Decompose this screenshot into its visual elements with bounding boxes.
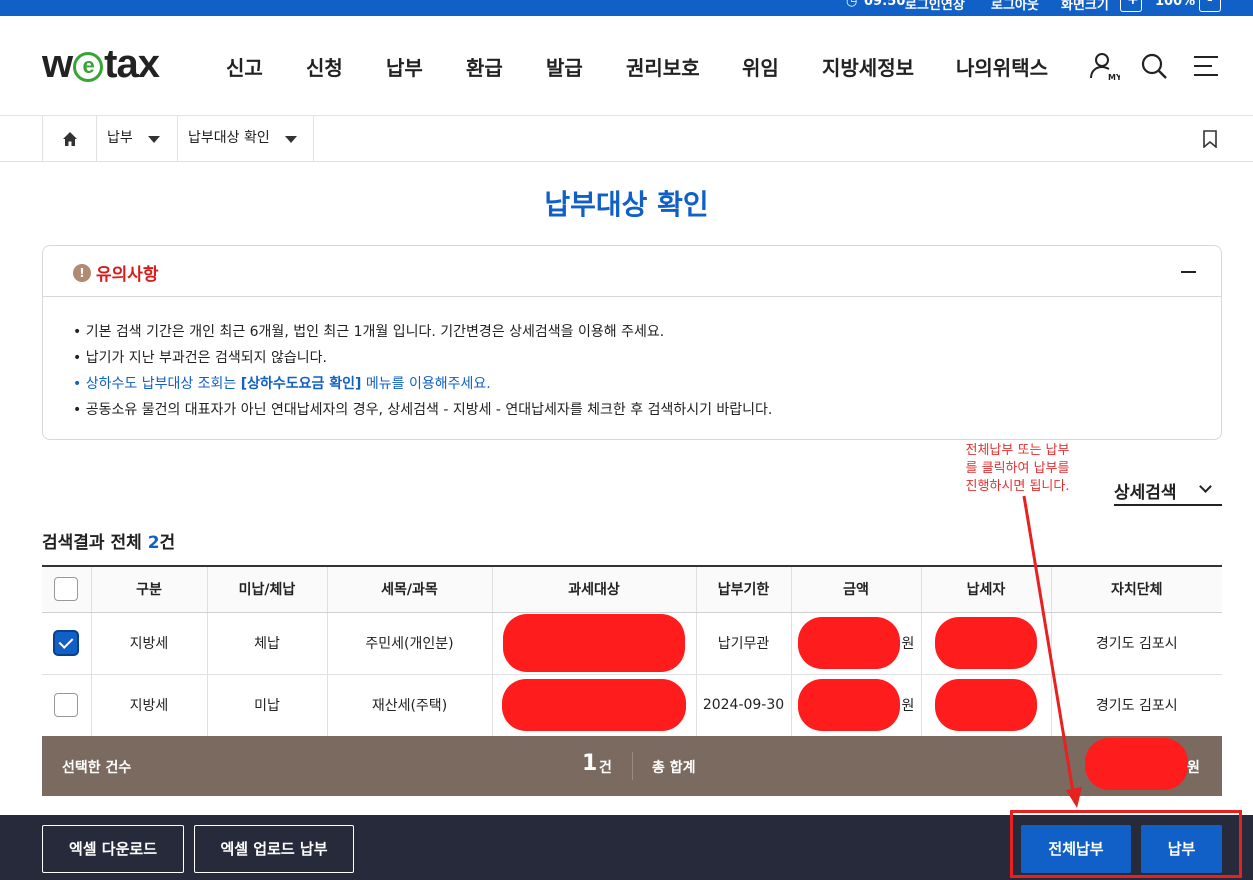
row-checkbox[interactable] <box>54 631 79 655</box>
nav-issue[interactable]: 발급 <box>546 52 583 81</box>
nav-pay[interactable]: 납부 <box>386 52 423 81</box>
nav-my-wetax[interactable]: 나의위택스 <box>956 52 1048 81</box>
alert-icon: ! <box>73 264 91 282</box>
nav-local-tax-info[interactable]: 지방세정보 <box>822 52 914 81</box>
notice-item: • 납기가 지난 부과건은 검색되지 않습니다. <box>73 350 327 366</box>
redacted-tax-target <box>502 679 686 731</box>
col-header: 납부기한 <box>695 565 791 613</box>
collapse-icon[interactable] <box>1181 271 1196 273</box>
search-icon[interactable] <box>1138 50 1170 82</box>
col-header: 자치단체 <box>1050 565 1222 613</box>
nav-report[interactable]: 신고 <box>226 52 263 81</box>
total-sum-label: 총 합계 <box>652 760 696 776</box>
site-header: w e tax 신고 신청 납부 환급 발급 권리보호 위임 지방세정보 나의위택스… <box>0 16 1253 116</box>
row-status: 미납 <box>206 674 327 737</box>
redacted-total-amount <box>1085 738 1188 790</box>
table-header-row: 구분 미납/체납 세목/과목 과세대상 납부기한 금액 납세자 자치단체 <box>42 565 1222 613</box>
nav-rights[interactable]: 권리보호 <box>626 52 700 81</box>
notice-header[interactable]: ! 유의사항 <box>43 246 1221 297</box>
zoom-value: 100% <box>1155 0 1196 9</box>
result-count: 검색결과 전체 2건 <box>42 533 176 553</box>
row-authority: 경기도 김포시 <box>1050 674 1222 737</box>
col-header: 미납/체납 <box>206 565 327 613</box>
breadcrumb-target-dropdown[interactable]: 납부대상 확인 <box>177 116 314 161</box>
row-type: 지방세 <box>90 674 207 737</box>
total-summary-bar: 선택한 건수 1 건 총 합계 원 <box>42 736 1222 796</box>
redacted-taxpayer <box>935 617 1037 669</box>
clock-icon: ◷ <box>846 0 858 9</box>
detail-search-label: 상세검색 <box>1114 483 1177 503</box>
extend-login-link[interactable]: 로그인연장 <box>905 0 965 13</box>
divider <box>632 752 633 780</box>
row-tax-item: 주민세(개인분) <box>326 612 492 675</box>
row-amount: 원 <box>790 674 921 737</box>
row-tax-item: 재산세(주택) <box>326 674 492 737</box>
notice-panel: ! 유의사항 • 기본 검색 기간은 개인 최근 6개월, 법인 최근 1개월 … <box>42 245 1222 440</box>
count-unit: 건 <box>599 760 612 776</box>
col-header: 금액 <box>790 565 921 613</box>
nav-refund[interactable]: 환급 <box>466 52 503 81</box>
top-utility-bar: ◷ 09:50 로그인연장 로그아웃 화면크기 + 100% - <box>0 0 1253 16</box>
wetax-logo[interactable]: w e tax <box>42 42 160 87</box>
nav-apply[interactable]: 신청 <box>306 52 343 81</box>
row-checkbox[interactable] <box>54 693 79 717</box>
payment-table: 구분 미납/체납 세목/과목 과세대상 납부기한 금액 납세자 자치단체 지방세… <box>42 565 1222 737</box>
excel-upload-pay-button[interactable]: 엑셀 업로드 납부 <box>194 825 354 873</box>
logout-link[interactable]: 로그아웃 <box>991 0 1039 13</box>
breadcrumb-level1: 납부 <box>107 130 133 146</box>
home-icon <box>63 132 77 146</box>
caret-down-icon <box>148 136 160 143</box>
zoom-out-button[interactable]: - <box>1199 0 1221 12</box>
row-authority: 경기도 김포시 <box>1050 612 1222 675</box>
row-due-date: 납기무관 <box>695 612 791 675</box>
notice-item: • 공동소유 물건의 대표자가 아닌 연대납세자의 경우, 상세검색 - 지방세… <box>73 402 773 418</box>
bookmark-icon[interactable] <box>1202 130 1218 148</box>
breadcrumb: 납부 납부대상 확인 <box>0 116 1253 162</box>
selected-count: 1 <box>582 751 598 776</box>
select-all-checkbox[interactable] <box>54 577 79 602</box>
row-type: 지방세 <box>90 612 207 675</box>
breadcrumb-home[interactable] <box>42 116 96 161</box>
nav-delegation[interactable]: 위임 <box>742 52 779 81</box>
redacted-tax-target <box>503 614 685 672</box>
table-row[interactable]: 지방세 체납 주민세(개인분) 납기무관 원 경기도 김포시 <box>42 612 1222 675</box>
row-amount: 원 <box>790 612 921 675</box>
notice-title: 유의사항 <box>96 265 159 285</box>
highlight-box <box>1010 810 1242 878</box>
breadcrumb-pay-dropdown[interactable]: 납부 <box>96 116 177 161</box>
col-header: 납세자 <box>920 565 1051 613</box>
redacted-taxpayer <box>935 679 1037 731</box>
detail-search-toggle[interactable]: 상세검색 <box>1114 478 1222 506</box>
col-header: 세목/과목 <box>326 565 492 613</box>
breadcrumb-level2: 납부대상 확인 <box>188 130 270 146</box>
row-due-date: 2024-09-30 <box>695 674 791 737</box>
excel-download-button[interactable]: 엑셀 다운로드 <box>42 825 184 873</box>
menu-icon[interactable] <box>1190 50 1222 82</box>
notice-item: • 기본 검색 기간은 개인 최근 6개월, 법인 최근 1개월 입니다. 기간… <box>73 324 665 340</box>
svg-text:MY: MY <box>1108 73 1120 82</box>
water-fee-link[interactable]: [상하수도요금 확인] <box>241 376 362 392</box>
my-page-icon[interactable]: MY <box>1088 50 1120 82</box>
col-header: 과세대상 <box>491 565 696 613</box>
caret-down-icon <box>285 136 297 143</box>
selected-count-label: 선택한 건수 <box>62 760 132 776</box>
page-title: 납부대상 확인 <box>544 188 709 221</box>
chevron-down-icon <box>1199 480 1212 493</box>
session-time: 09:50 <box>864 0 906 9</box>
notice-item-water: • 상하수도 납부대상 조회는 [상하수도요금 확인] 메뉴를 이용해주세요. <box>73 376 491 392</box>
notice-list: • 기본 검색 기간은 개인 최근 6개월, 법인 최근 1개월 입니다. 기간… <box>43 297 1221 423</box>
instruction-annotation: 전체납부 또는 납부 를 클릭하여 납부를 진행하시면 됩니다. <box>965 443 1070 494</box>
table-row[interactable]: 지방세 미납 재산세(주택) 2024-09-30 원 경기도 김포시 <box>42 674 1222 737</box>
zoom-label: 화면크기 <box>1061 0 1109 13</box>
zoom-in-button[interactable]: + <box>1120 0 1142 12</box>
row-status: 체납 <box>206 612 327 675</box>
col-header: 구분 <box>90 565 207 613</box>
total-currency: 원 <box>1187 760 1200 776</box>
